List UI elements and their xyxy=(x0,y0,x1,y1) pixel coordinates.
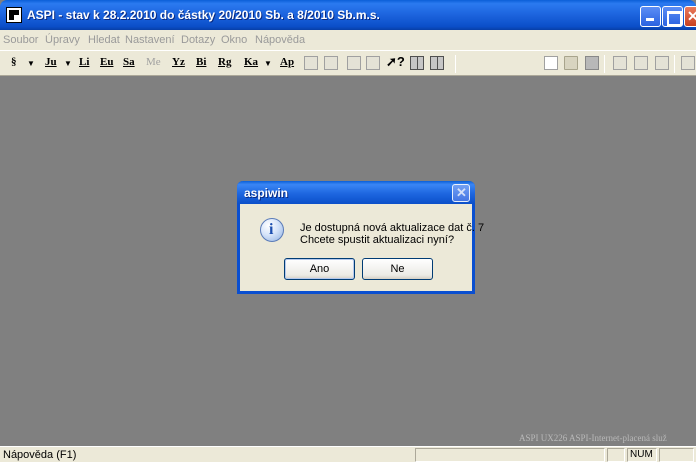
grid-icon[interactable] xyxy=(304,56,318,70)
window-icon[interactable] xyxy=(681,56,695,70)
menu-bar: Soubor Úpravy Hledat Nastavení Dotazy Ok… xyxy=(0,30,696,50)
toolbar-paragraph-button[interactable]: § xyxy=(11,56,17,68)
info-icon: i xyxy=(260,218,284,242)
dialog-close-button[interactable]: ✕ xyxy=(452,184,470,202)
dialog-title: aspiwin xyxy=(244,186,289,200)
dialog-title-bar[interactable]: aspiwin ✕ xyxy=(237,181,475,204)
num-lock-indicator: NUM xyxy=(630,449,653,460)
copy-icon[interactable] xyxy=(634,56,648,70)
menu-napoveda[interactable]: Nápověda xyxy=(255,34,305,46)
toolbar-bi-button[interactable]: Bi xyxy=(196,56,206,68)
list-icon[interactable] xyxy=(324,56,338,70)
menu-nastaveni[interactable]: Nastavení xyxy=(125,34,175,46)
status-help-text: Nápověda (F1) xyxy=(3,449,77,461)
chevron-down-icon[interactable]: ▼ xyxy=(264,59,272,68)
toolbar-ap-button[interactable]: Ap xyxy=(280,56,294,68)
menu-hledat[interactable]: Hledat xyxy=(88,34,120,46)
cut-icon[interactable] xyxy=(613,56,627,70)
maximize-button[interactable] xyxy=(662,6,683,27)
toolbar-ju-button[interactable]: Ju xyxy=(45,56,57,68)
toolbar-yz-button[interactable]: Yz xyxy=(172,56,185,68)
menu-upravy[interactable]: Úpravy xyxy=(45,34,80,46)
status-panel xyxy=(607,448,625,462)
title-bar[interactable]: ASPI - stav k 28.2.2010 do částky 20/201… xyxy=(0,0,696,30)
toolbar: § ▼ Ju ▼ Li Eu Sa Me Yz Bi Rg Ka ▼ Ap ➚? xyxy=(0,50,696,76)
chevron-down-icon[interactable]: ▼ xyxy=(27,59,35,68)
minimize-button[interactable] xyxy=(640,6,661,27)
toolbar-separator xyxy=(455,55,456,73)
close-button[interactable]: ✕ xyxy=(684,6,696,27)
notes-icon[interactable] xyxy=(430,56,444,70)
copy-icon[interactable] xyxy=(347,56,361,70)
window-title: ASPI - stav k 28.2.2010 do částky 20/201… xyxy=(27,8,380,22)
print-icon[interactable] xyxy=(366,56,380,70)
toolbar-sa-button[interactable]: Sa xyxy=(123,56,135,68)
status-panel xyxy=(659,448,694,462)
status-bar: Nápověda (F1) NUM xyxy=(0,446,696,462)
toolbar-rg-button[interactable]: Rg xyxy=(218,56,231,68)
toolbar-separator xyxy=(604,55,605,73)
app-window: ASPI - stav k 28.2.2010 do částky 20/201… xyxy=(0,0,696,462)
yes-button[interactable]: Ano xyxy=(284,258,355,280)
toolbar-ka-button[interactable]: Ka xyxy=(244,56,258,68)
menu-soubor[interactable]: Soubor xyxy=(3,34,38,46)
menu-okno[interactable]: Okno xyxy=(221,34,247,46)
open-folder-icon[interactable] xyxy=(564,56,578,70)
toolbar-li-button[interactable]: Li xyxy=(79,56,89,68)
no-button[interactable]: Ne xyxy=(362,258,433,280)
menu-dotazy[interactable]: Dotazy xyxy=(181,34,215,46)
toolbar-separator xyxy=(674,55,675,73)
update-dialog: aspiwin ✕ i Je dostupná nová aktualizace… xyxy=(237,181,484,294)
save-icon[interactable] xyxy=(585,56,599,70)
toolbar-eu-button[interactable]: Eu xyxy=(100,56,113,68)
paste-icon[interactable] xyxy=(655,56,669,70)
book-icon[interactable] xyxy=(410,56,424,70)
dialog-message-line2: Chcete spustit aktualizaci nyní? xyxy=(300,234,455,246)
aspi-app-icon[interactable] xyxy=(6,7,22,23)
close-icon: ✕ xyxy=(687,8,696,24)
version-watermark: ASPI UX226 ASPI-Internet-placená služ xyxy=(519,433,667,443)
status-panel xyxy=(415,448,605,462)
help-pointer-icon[interactable]: ➚? xyxy=(386,54,405,69)
dialog-message-line1: Je dostupná nová aktualizace dat č. 7 xyxy=(300,222,485,234)
toolbar-me-button[interactable]: Me xyxy=(146,56,161,68)
chevron-down-icon[interactable]: ▼ xyxy=(64,59,72,68)
new-document-icon[interactable] xyxy=(544,56,558,70)
close-icon: ✕ xyxy=(456,185,467,200)
